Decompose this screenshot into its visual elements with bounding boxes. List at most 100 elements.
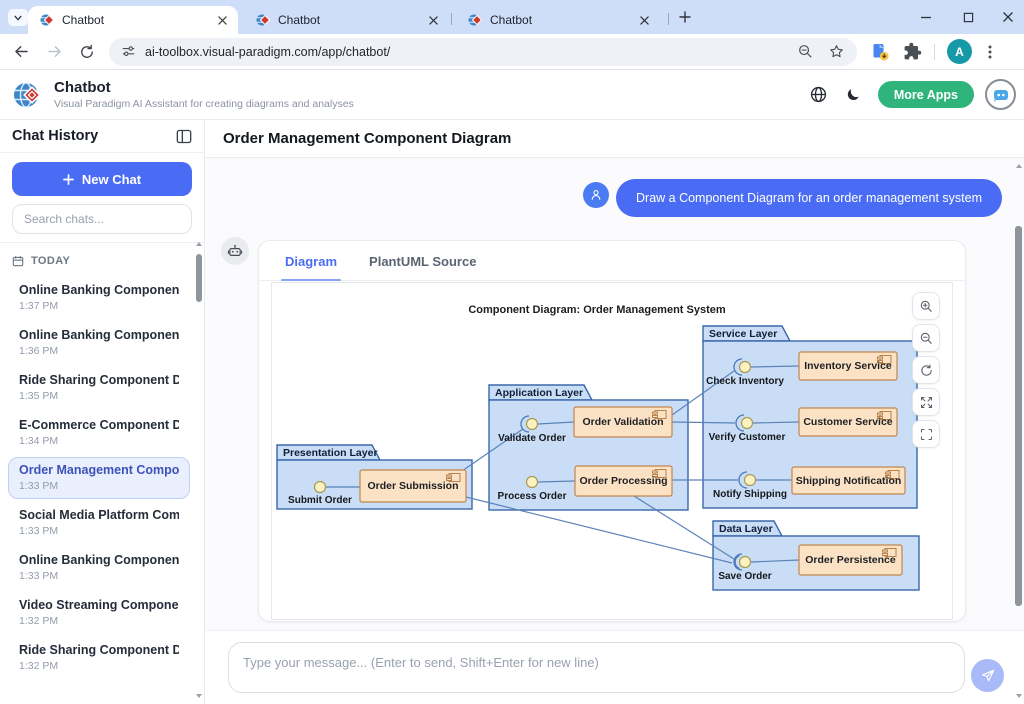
browser-tab-3[interactable]: Chatbot xyxy=(456,6,660,34)
chat-widget-button[interactable] xyxy=(985,79,1016,110)
app-header: Chatbot Visual Paradigm AI Assistant for… xyxy=(0,70,1024,120)
scroll-down-icon[interactable] xyxy=(1015,692,1023,700)
close-icon xyxy=(429,16,438,25)
chat-list-item[interactable]: Video Streaming Component... 1:32 PM xyxy=(8,592,190,634)
fit-screen-button[interactable] xyxy=(912,420,940,448)
address-bar[interactable]: ai-toolbox.visual-paradigm.com/app/chatb… xyxy=(109,38,857,66)
collapse-sidebar-icon[interactable] xyxy=(176,129,192,144)
component-label: Customer Service xyxy=(799,408,897,436)
tab-close-button[interactable] xyxy=(425,12,441,28)
back-icon xyxy=(12,42,31,61)
new-chat-label: New Chat xyxy=(82,172,141,187)
chat-list-item-selected[interactable]: Order Management Compon...1:33 PM xyxy=(8,457,190,499)
diagram-canvas[interactable]: Component Diagram: Order Management Syst… xyxy=(271,282,953,620)
chat-area: Draw a Component Diagram for an order ma… xyxy=(205,158,1024,630)
chat-list-item[interactable]: Online Banking Component ...1:36 PM xyxy=(8,322,190,364)
tab-search-button[interactable] xyxy=(8,9,28,26)
package-label: Presentation Layer xyxy=(283,447,378,459)
sidebar-header: Chat History xyxy=(0,120,204,153)
zoom-out-icon xyxy=(919,331,934,346)
reload-button[interactable] xyxy=(75,40,99,64)
expand-button[interactable] xyxy=(912,388,940,416)
browser-menu-icon[interactable] xyxy=(982,44,998,60)
scrollbar-thumb[interactable] xyxy=(196,254,202,302)
component-label: Order Processing xyxy=(575,466,672,496)
send-icon xyxy=(980,668,996,684)
profile-initial: A xyxy=(955,45,964,59)
profile-avatar[interactable]: A xyxy=(947,39,972,64)
zoom-in-button[interactable] xyxy=(912,292,940,320)
chat-item-title: Ride Sharing Component Dia... xyxy=(19,643,179,657)
browser-tab-1[interactable]: Chatbot xyxy=(28,6,238,34)
extensions-icon[interactable] xyxy=(903,42,922,61)
minimize-button[interactable] xyxy=(918,9,934,25)
tab-plantuml-source[interactable]: PlantUML Source xyxy=(369,254,476,280)
person-icon xyxy=(589,188,603,202)
tab-title: Chatbot xyxy=(278,13,425,27)
message-input[interactable] xyxy=(228,642,965,693)
app-title: Chatbot xyxy=(54,79,354,96)
chat-list-item[interactable]: E-Commerce Component Di...1:34 PM xyxy=(8,412,190,454)
visual-paradigm-logo xyxy=(13,80,45,110)
chat-item-time: 1:33 PM xyxy=(19,525,179,537)
chat-item-title: Online Banking Component ... xyxy=(19,328,179,342)
chat-list-item[interactable]: Ride Sharing Component Dia...1:35 PM xyxy=(8,367,190,409)
browser-tab-2[interactable]: Chatbot xyxy=(244,6,449,34)
send-button[interactable] xyxy=(971,659,1004,692)
reset-view-button[interactable] xyxy=(912,356,940,384)
package-label: Data Layer xyxy=(719,523,773,535)
back-button[interactable] xyxy=(9,40,33,64)
expand-icon xyxy=(919,395,934,410)
sidebar-scrollbar[interactable] xyxy=(195,240,203,700)
user-message-text: Draw a Component Diagram for an order ma… xyxy=(636,191,982,205)
today-section-header: TODAY xyxy=(12,255,190,267)
window-close-button[interactable] xyxy=(1000,9,1016,25)
chat-item-title: Order Management Compon... xyxy=(19,463,179,477)
app-content: Chat History New Chat TODAY Online Banki… xyxy=(0,120,1024,704)
port-label: Process Order xyxy=(487,491,577,502)
url-text[interactable]: ai-toolbox.visual-paradigm.com/app/chatb… xyxy=(145,45,783,59)
tab-title: Chatbot xyxy=(490,13,636,27)
chat-item-time: 1:32 PM xyxy=(19,615,179,627)
dark-mode-button[interactable] xyxy=(845,87,861,103)
zoom-out-button[interactable] xyxy=(912,324,940,352)
language-button[interactable] xyxy=(809,85,828,104)
close-icon xyxy=(1002,11,1014,23)
diagram-zoom-controls xyxy=(912,292,940,448)
tab-diagram[interactable]: Diagram xyxy=(285,254,337,280)
scroll-up-icon[interactable] xyxy=(195,240,203,248)
visual-paradigm-favicon xyxy=(468,13,482,27)
main-scrollbar[interactable] xyxy=(1015,162,1023,700)
scroll-down-icon[interactable] xyxy=(195,692,203,700)
tab-close-button[interactable] xyxy=(636,12,652,28)
tab-close-button[interactable] xyxy=(214,12,230,28)
site-info-icon[interactable] xyxy=(121,44,136,59)
bookmark-star-icon[interactable] xyxy=(828,43,845,60)
chat-list-item[interactable]: Ride Sharing Component Dia...1:32 PM xyxy=(8,637,190,679)
component-label: Inventory Service xyxy=(799,352,897,380)
chat-list: TODAY Online Banking Component ...1:37 P… xyxy=(0,245,196,704)
new-chat-button[interactable]: New Chat xyxy=(12,162,192,196)
more-apps-button[interactable]: More Apps xyxy=(878,81,974,108)
forward-button[interactable] xyxy=(42,40,66,64)
response-card: Diagram PlantUML Source xyxy=(258,240,966,622)
install-app-icon[interactable] xyxy=(870,42,890,62)
chat-item-title: Video Streaming Component... xyxy=(19,598,179,612)
forward-icon xyxy=(45,42,64,61)
chat-list-item[interactable]: Social Media Platform Comp...1:33 PM xyxy=(8,502,190,544)
scrollbar-thumb[interactable] xyxy=(1015,226,1022,606)
chat-list-item[interactable]: Online Banking Component ...1:33 PM xyxy=(8,547,190,589)
browser-toolbar: ai-toolbox.visual-paradigm.com/app/chatb… xyxy=(0,34,1024,70)
chat-item-title: E-Commerce Component Di... xyxy=(19,418,179,432)
zoom-indicator-icon[interactable] xyxy=(797,43,814,60)
tab-divider xyxy=(668,13,669,25)
port-validate-order xyxy=(527,419,538,430)
maximize-button[interactable] xyxy=(960,9,976,25)
scroll-up-icon[interactable] xyxy=(1015,162,1023,170)
port-verify-customer xyxy=(742,418,753,429)
sidebar-actions: New Chat xyxy=(0,153,204,243)
today-label: TODAY xyxy=(31,255,70,267)
new-tab-button[interactable] xyxy=(676,8,694,26)
search-chats-input[interactable] xyxy=(12,204,192,234)
chat-list-item[interactable]: Online Banking Component ...1:37 PM xyxy=(8,277,190,319)
